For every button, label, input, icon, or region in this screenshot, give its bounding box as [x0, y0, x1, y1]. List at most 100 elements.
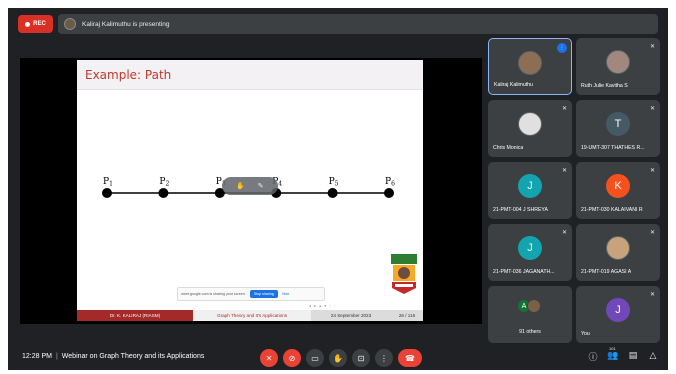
mic-off-icon: ✕	[561, 168, 567, 174]
participant-tile[interactable]: ⋮ Kaliraj Kalimuthu	[488, 38, 572, 95]
presenter-text: Kaliraj Kalimuthu is presenting	[82, 20, 170, 28]
avatar	[527, 299, 541, 313]
footer-page: 26 / 116	[391, 310, 423, 321]
meeting-info: 12:28 PM | Webinar on Graph Theory and its…	[22, 353, 204, 360]
present-button[interactable]: ⊡	[352, 349, 370, 367]
mic-off-icon: ✕	[561, 230, 567, 236]
vertex-label: P2	[159, 177, 169, 188]
hangup-icon: ☎	[405, 353, 415, 363]
slide-footer: Dr. K. KALIRAJ (RIASM) Graph Theory and …	[77, 310, 423, 321]
captions-icon: ▭	[311, 353, 319, 363]
info-icon: ⓘ	[588, 352, 598, 362]
people-button[interactable]: 👥	[606, 350, 620, 364]
participant-tile[interactable]: ✕ Chris Monica	[488, 100, 572, 157]
avatar: J	[606, 298, 630, 322]
vertex-label: P1	[103, 177, 113, 188]
presenter-avatar	[64, 18, 76, 30]
avatar: J	[518, 236, 542, 260]
mic-off-icon: ✕	[649, 44, 655, 50]
people-icon: 👥	[607, 350, 619, 360]
meeting-details-button[interactable]: ⓘ	[586, 350, 600, 364]
rec-label: REC	[33, 21, 46, 27]
mic-toggle-button[interactable]: ✕	[260, 349, 278, 367]
bottom-bar: 12:28 PM | Webinar on Graph Theory and its…	[8, 346, 668, 370]
participant-name: Chris Monica	[493, 145, 524, 151]
graph-vertex	[384, 188, 394, 198]
participant-tile[interactable]: ✕ Ruth Julie Kavitha S	[576, 38, 660, 95]
meet-window: REC Kaliraj Kalimuthu is presenting Exam…	[8, 8, 668, 370]
graph-vertex	[327, 188, 338, 198]
university-crest-logo	[391, 254, 417, 294]
mic-off-icon: ✕	[649, 292, 655, 298]
mic-off-icon: ✕	[649, 106, 655, 112]
meeting-title: Webinar on Graph Theory and its Applicat…	[61, 353, 205, 360]
participant-tile[interactable]: ✕ T 19-UMT-307 THATHES R...	[576, 100, 660, 157]
camera-toggle-button[interactable]: ⊘	[283, 349, 301, 367]
raise-hand-button[interactable]: ✋	[329, 349, 347, 367]
participant-name: 21-PMT-030 KALAIVANI R	[581, 207, 643, 213]
footer-title: Graph Theory and It's Applications	[193, 310, 311, 321]
record-dot-icon	[25, 21, 31, 27]
others-tile[interactable]: A 91 others	[488, 286, 572, 343]
participant-tile[interactable]: ✕ J 21-PMT-036 JAGANATH...	[488, 224, 572, 281]
camera-off-icon: ⊘	[288, 353, 296, 363]
vertex-label: P5	[329, 177, 339, 188]
more-options-button[interactable]: ⋮	[375, 349, 393, 367]
participant-name: 21-PMT-019 AGASI A	[581, 269, 632, 275]
present-icon: ⊡	[357, 353, 365, 363]
slide: Example: Path P1P2P3P4P5P6 ✋ ✎ meet.goog…	[77, 60, 423, 321]
leave-call-button[interactable]: ☎	[398, 349, 422, 367]
avatar: K	[606, 174, 630, 198]
mic-off-icon: ✕	[265, 353, 273, 363]
participant-name: Ruth Julie Kavitha S	[581, 83, 628, 89]
avatar: T	[606, 112, 630, 136]
self-tile[interactable]: ✕ J You	[576, 286, 660, 343]
avatar	[606, 50, 630, 74]
graph-vertex	[158, 188, 169, 198]
activities-icon: △	[649, 350, 657, 360]
slide-mini-toolbar[interactable]: ◂ ▸ ▴ ▾ ◦ ◦	[309, 303, 336, 308]
participant-tile[interactable]: ✕ 21-PMT-019 AGASI A	[576, 224, 660, 281]
participant-name: 19-UMT-307 THATHES R...	[581, 145, 645, 151]
graph-vertex	[102, 188, 112, 198]
footer-author: Dr. K. KALIRAJ (RIASM)	[77, 310, 193, 321]
mic-off-icon: ✕	[649, 230, 655, 236]
recording-badge[interactable]: REC	[18, 15, 53, 33]
others-avatars: A	[517, 299, 543, 313]
footer-date: 24 September 2023	[311, 310, 391, 321]
hand-icon: ✋	[333, 353, 343, 363]
pen-icon[interactable]: ✎	[258, 182, 264, 190]
participant-name: 21-PMT-004 J SHREYA	[493, 207, 548, 213]
more-vert-icon: ⋮	[380, 353, 388, 363]
others-count: 91 others	[519, 329, 541, 335]
avatar	[518, 51, 542, 75]
avatar	[518, 112, 542, 136]
presentation-view[interactable]: Example: Path P1P2P3P4P5P6 ✋ ✎ meet.goog…	[20, 58, 482, 324]
people-count-badge: 101	[609, 346, 616, 351]
info-separator: |	[55, 353, 58, 360]
captions-button[interactable]: ▭	[306, 349, 324, 367]
vertex-label: P6	[385, 177, 395, 188]
participant-tile[interactable]: ✕ J 21-PMT-004 J SHREYA	[488, 162, 572, 219]
clock: 12:28 PM	[22, 353, 52, 360]
chat-icon: ▤	[628, 350, 638, 360]
avatar: J	[518, 174, 542, 198]
presenter-banner: Kaliraj Kalimuthu is presenting	[58, 14, 658, 34]
pointer-controls[interactable]: ✋ ✎	[222, 177, 278, 195]
share-notice-text: meet.google.com is sharing your screen.	[181, 292, 246, 296]
participant-tile[interactable]: ✕ K 21-PMT-030 KALAIVANI R	[576, 162, 660, 219]
top-bar: REC Kaliraj Kalimuthu is presenting	[18, 14, 658, 34]
participant-name: 21-PMT-036 JAGANATH...	[493, 269, 555, 275]
screen-share-notice: meet.google.com is sharing your screen. …	[177, 287, 325, 301]
activities-button[interactable]: △	[646, 350, 660, 364]
participant-name: You	[581, 331, 590, 337]
hide-button[interactable]: Hide	[282, 292, 289, 296]
mic-off-icon: ✕	[649, 168, 655, 174]
participant-name: Kaliraj Kalimuthu	[494, 82, 533, 88]
hand-icon[interactable]: ✋	[236, 182, 245, 190]
speaking-indicator-icon: ⋮	[557, 43, 567, 53]
avatar	[606, 236, 630, 260]
stop-sharing-button[interactable]: Stop sharing	[249, 290, 278, 298]
mic-off-icon: ✕	[561, 106, 567, 112]
chat-button[interactable]: ▤	[626, 350, 640, 364]
